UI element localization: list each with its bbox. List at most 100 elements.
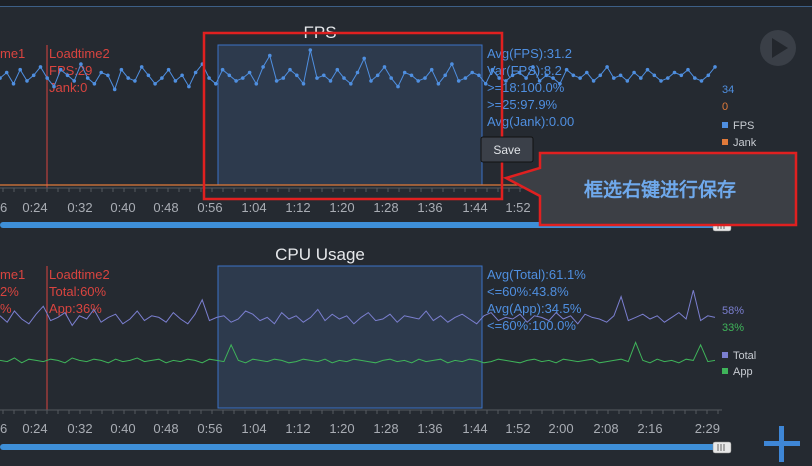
fps-series-point [119,67,124,72]
play-icon[interactable] [760,30,796,66]
fps-series-point [25,79,29,83]
fps-series-point [612,76,616,80]
fps-series-point [106,73,110,78]
cpu-marker2-line2: Total:60% [49,284,107,299]
app-legend-label: App [733,366,753,378]
fps-series-point [463,76,468,80]
fps-series-point [207,76,211,80]
fps-series-point [308,48,313,52]
fps-series-point [92,82,97,86]
cpu-panel: CPU Usage me1 2% % Loadtime2 Total:60% A… [0,245,756,454]
fps-series-point [38,65,43,69]
fps-series-point [274,79,279,83]
fps-stat-var: Var(FPS):8.2 [487,63,562,78]
fps-tick-label: 1:12 [285,200,310,215]
fps-tick-label: 0:56 [197,200,222,215]
fps-series-point [564,67,569,72]
jank-legend-swatch [722,139,728,145]
fps-series-point [11,82,16,86]
app-legend-swatch [722,368,728,374]
cpu-marker1-line2: 2% [0,284,19,299]
callout-text: 框选右键进行保存 [584,178,736,201]
cpu-marker1-line1: me1 [0,267,25,282]
fps-stat-avg-jank: Avg(Jank):0.00 [487,114,574,129]
plus-icon[interactable] [764,426,800,462]
fps-marker2-line1: Loadtime2 [49,46,110,61]
fps-series-point [639,76,643,80]
fps-series-point [18,67,23,72]
cpu-tick-label: 1:04 [241,421,266,436]
cpu-scrollbar-handle[interactable] [712,441,732,454]
fps-series-point [355,70,360,75]
cpu-tick-label: 1:28 [373,421,398,436]
cpu-tick-label: 2:00 [548,421,573,436]
fps-series-point [578,76,582,80]
fps-series-point [214,82,218,86]
fps-series-point [65,73,70,78]
cpu-tick-label: 1:44 [462,421,487,436]
cpu-tick-label: 0:24 [22,421,47,436]
fps-series-point [456,79,461,83]
fps-series-point [652,73,657,78]
fps-stat-ge25: >=25:97.9% [487,97,558,112]
fps-series-point [470,70,475,75]
fps-series-point [72,79,76,83]
fps-selection-region[interactable] [217,44,483,186]
fps-legend-swatch [722,122,728,128]
cpu-tick-label: 1:20 [329,421,354,436]
fps-series-point [679,73,684,78]
fps-series-point [436,82,441,86]
fps-series-point [187,84,191,89]
fps-series-point [234,79,238,83]
fps-series-point [322,73,326,78]
fps-series-point [58,67,63,72]
cpu-tick-label: 0:48 [153,421,178,436]
fps-series-point [99,70,103,75]
fps-series-point [713,65,717,69]
fps-series-point [112,87,117,92]
cpu-tick-label: 1:52 [505,421,530,436]
fps-tick-label: 1:36 [417,200,442,215]
fps-series-point [342,76,346,80]
fps-tick-label: 1:44 [462,200,487,215]
fps-series-point [402,70,407,75]
fps-stat-avg: Avg(FPS):31.2 [487,46,572,61]
fps-series-point [261,65,265,69]
cpu-stat-total-le60: <=60%:43.8% [487,284,569,299]
fps-tick-label: 0:40 [110,200,135,215]
fps-series-point [618,73,623,78]
cpu-title: CPU Usage [275,245,365,264]
cpu-tick-label: 6 [0,421,7,436]
cpu-marker2-line1: Loadtime2 [49,267,110,282]
fps-stat-ge18: >=18:100.0% [487,80,565,95]
fps-tick-label: 0:32 [67,200,92,215]
fps-series-point [315,76,319,80]
cpu-tick-label: 0:32 [67,421,92,436]
fps-series-point [180,73,184,78]
fps-series-point [598,73,603,78]
callout-bubble: 框选右键进行保存 [502,151,798,227]
fps-marker1-line1: me1 [0,46,25,61]
save-button[interactable]: Save [480,136,534,163]
fps-series-point [706,73,711,78]
fps-tick-label: 1:04 [241,200,266,215]
fps-series-point [153,82,157,86]
cpu-tick-label: 2:29 [695,421,720,436]
cpu-marker1-line3: % [0,301,12,316]
fps-series-point [423,76,427,80]
cpu-tick-label: 2:08 [593,421,618,436]
fps-series-point [591,79,596,83]
fps-series-point [133,79,137,83]
fps-series-point [31,73,36,78]
cpu-scrollbar-track[interactable] [0,444,722,450]
performance-monitor: FPS me1 Loadtime2 FPS:29 Jank:0 Avg(FPS)… [0,0,812,466]
fps-series-point [220,67,225,72]
cpu-marker2-line3: App:36% [49,301,102,316]
fps-legend-value: 34 [722,84,734,96]
fps-series-point [571,73,576,78]
cpu-selection-region[interactable] [217,265,483,409]
fps-series-point [268,53,272,58]
fps-series-point [301,82,306,86]
fps-series-point [693,76,697,80]
fps-series-point [382,65,387,69]
